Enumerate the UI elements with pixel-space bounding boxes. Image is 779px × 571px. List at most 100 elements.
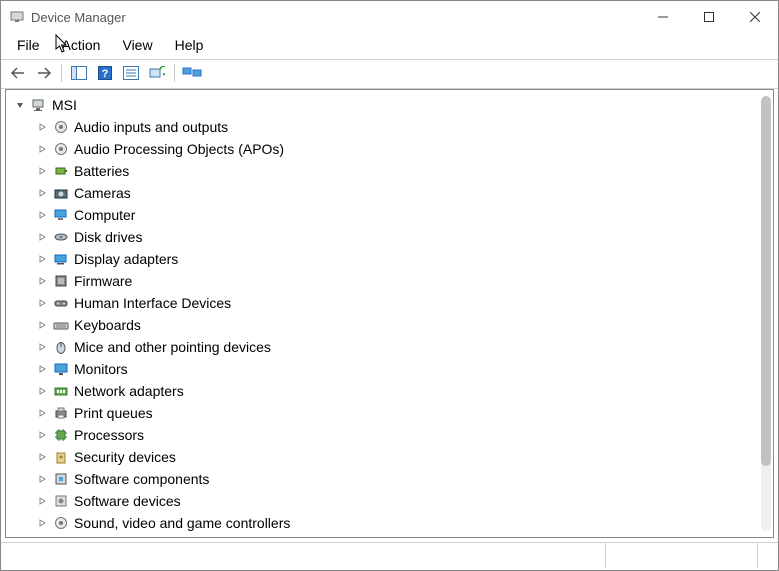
- scrollbar[interactable]: [761, 96, 771, 531]
- tree-node-label: Keyboards: [74, 317, 141, 333]
- properties-button[interactable]: [120, 62, 142, 84]
- device-tree-container: MSI Audio inputs and outputs Audio Process…: [5, 89, 774, 538]
- tree-node-label: Computer: [74, 207, 135, 223]
- security-icon: [52, 449, 70, 465]
- tree-node[interactable]: Computer: [6, 204, 773, 226]
- tree-node[interactable]: Processors: [6, 424, 773, 446]
- speaker-icon: [52, 119, 70, 135]
- display-adapter-icon: [52, 251, 70, 267]
- chevron-right-icon[interactable]: [34, 471, 50, 487]
- computer-icon: [52, 207, 70, 223]
- monitor-icon: [52, 361, 70, 377]
- tree-node-label: Firmware: [74, 273, 132, 289]
- chevron-right-icon[interactable]: [34, 339, 50, 355]
- tree-node-label: MSI: [52, 97, 77, 113]
- tree-node-label: Display adapters: [74, 251, 178, 267]
- computer-root-icon: [30, 97, 48, 113]
- menu-view[interactable]: View: [112, 35, 162, 55]
- tree-node-label: Security devices: [74, 449, 176, 465]
- maximize-button[interactable]: [686, 1, 732, 33]
- status-cell: [606, 543, 758, 568]
- minimize-button[interactable]: [640, 1, 686, 33]
- tree-node-label: Software devices: [74, 493, 181, 509]
- tree-node[interactable]: Security devices: [6, 446, 773, 468]
- show-hide-tree-button[interactable]: [68, 62, 90, 84]
- titlebar: Device Manager: [1, 1, 778, 33]
- tree-root-node[interactable]: MSI: [6, 94, 773, 116]
- mouse-icon: [52, 339, 70, 355]
- forward-button[interactable]: [33, 62, 55, 84]
- tree-node[interactable]: Software components: [6, 468, 773, 490]
- chevron-right-icon[interactable]: [34, 251, 50, 267]
- tree-node-label: Sound, video and game controllers: [74, 515, 290, 531]
- scrollbar-thumb[interactable]: [761, 96, 771, 466]
- chevron-right-icon[interactable]: [34, 185, 50, 201]
- tree-node[interactable]: Cameras: [6, 182, 773, 204]
- chevron-right-icon[interactable]: [34, 229, 50, 245]
- tree-node-label: Audio Processing Objects (APOs): [74, 141, 284, 157]
- printer-icon: [52, 405, 70, 421]
- chevron-down-icon[interactable]: [12, 97, 28, 113]
- devices-by-connection-button[interactable]: [181, 62, 203, 84]
- toolbar-separator: [174, 64, 175, 82]
- tree-node-label: Network adapters: [74, 383, 184, 399]
- tree-node[interactable]: Disk drives: [6, 226, 773, 248]
- chevron-right-icon[interactable]: [34, 449, 50, 465]
- keyboard-icon: [52, 317, 70, 333]
- chevron-right-icon[interactable]: [34, 207, 50, 223]
- tree-node-label: Monitors: [74, 361, 128, 377]
- chevron-right-icon[interactable]: [34, 295, 50, 311]
- tree-node-label: Cameras: [74, 185, 131, 201]
- tree-node[interactable]: Audio Processing Objects (APOs): [6, 138, 773, 160]
- tree-node[interactable]: Display adapters: [6, 248, 773, 270]
- tree-node[interactable]: Sound, video and game controllers: [6, 512, 773, 534]
- firmware-icon: [52, 273, 70, 289]
- speaker-icon: [52, 141, 70, 157]
- tree-node-label: Audio inputs and outputs: [74, 119, 228, 135]
- chevron-right-icon[interactable]: [34, 405, 50, 421]
- menu-file[interactable]: File: [7, 35, 50, 55]
- tree-node[interactable]: Firmware: [6, 270, 773, 292]
- software-component-icon: [52, 471, 70, 487]
- network-icon: [52, 383, 70, 399]
- chevron-right-icon[interactable]: [34, 361, 50, 377]
- tree-node[interactable]: Software devices: [6, 490, 773, 512]
- chevron-right-icon[interactable]: [34, 273, 50, 289]
- window-title: Device Manager: [31, 10, 126, 25]
- tree-node[interactable]: Human Interface Devices: [6, 292, 773, 314]
- processor-icon: [52, 427, 70, 443]
- tree-node[interactable]: Keyboards: [6, 314, 773, 336]
- tree-node[interactable]: Audio inputs and outputs: [6, 116, 773, 138]
- status-grip: [758, 543, 778, 568]
- tree-node-label: Print queues: [74, 405, 153, 421]
- device-tree[interactable]: MSI Audio inputs and outputs Audio Process…: [6, 90, 773, 537]
- tree-node[interactable]: Mice and other pointing devices: [6, 336, 773, 358]
- camera-icon: [52, 185, 70, 201]
- chevron-right-icon[interactable]: [34, 163, 50, 179]
- chevron-right-icon[interactable]: [34, 427, 50, 443]
- scan-hardware-button[interactable]: [146, 62, 168, 84]
- chevron-right-icon[interactable]: [34, 515, 50, 531]
- chevron-right-icon[interactable]: [34, 317, 50, 333]
- tree-node[interactable]: Network adapters: [6, 380, 773, 402]
- software-device-icon: [52, 493, 70, 509]
- tree-node[interactable]: Batteries: [6, 160, 773, 182]
- tree-node[interactable]: Print queues: [6, 402, 773, 424]
- back-button[interactable]: [7, 62, 29, 84]
- statusbar: [1, 542, 778, 568]
- chevron-right-icon[interactable]: [34, 383, 50, 399]
- close-button[interactable]: [732, 1, 778, 33]
- chevron-right-icon[interactable]: [34, 119, 50, 135]
- chevron-right-icon[interactable]: [34, 141, 50, 157]
- help-button[interactable]: ?: [94, 62, 116, 84]
- menu-help[interactable]: Help: [165, 35, 214, 55]
- tree-node-label: Software components: [74, 471, 209, 487]
- toolbar-separator: [61, 64, 62, 82]
- chevron-right-icon[interactable]: [34, 493, 50, 509]
- tree-node-label: Mice and other pointing devices: [74, 339, 271, 355]
- toolbar: ?: [1, 59, 778, 89]
- menu-action[interactable]: Action: [52, 35, 111, 55]
- tree-node[interactable]: Monitors: [6, 358, 773, 380]
- disk-icon: [52, 229, 70, 245]
- battery-icon: [52, 163, 70, 179]
